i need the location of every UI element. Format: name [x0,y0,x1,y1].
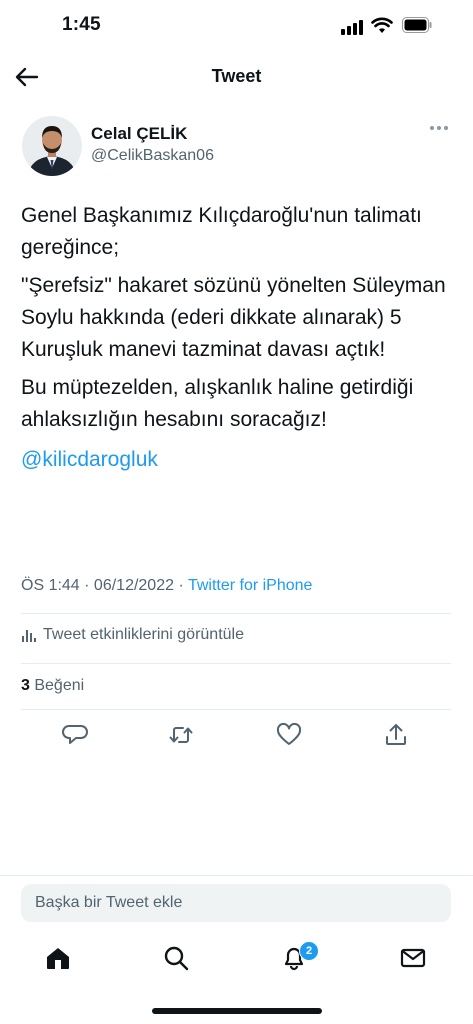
meta-separator: · [79,577,94,594]
avatar[interactable] [22,116,82,176]
tweet-paragraph: "Şerefsiz" hakaret sözünü yönelten Süley… [21,274,446,361]
likes-count[interactable]: 3 Beğeni [21,677,84,695]
retweet-icon[interactable] [168,722,194,748]
share-icon[interactable] [383,722,409,748]
divider [21,613,451,614]
home-indicator [152,1008,322,1014]
page-title: Tweet [211,66,262,86]
notifications-badge: 2 [299,941,319,961]
wifi-icon [371,17,393,33]
view-activity-button[interactable]: Tweet etkinliklerini görüntüle [21,626,244,644]
search-icon[interactable] [162,944,190,972]
author-name[interactable]: Celal ÇELİK [91,124,187,144]
tweet-metadata: ÖS 1:44 · 06/12/2022 · Twitter for iPhon… [21,577,312,595]
tweet-source-link[interactable]: Twitter for iPhone [188,577,313,594]
reply-placeholder: Başka bir Tweet ekle [35,894,183,911]
tweet-date: 06/12/2022 [93,577,174,594]
tweet-paragraph: Bu müptezelden, alışkanlık haline getird… [21,376,414,431]
tweet-time: ÖS 1:44 [21,577,80,594]
author-handle[interactable]: @CelikBaskan06 [91,147,214,165]
reply-icon[interactable] [62,722,88,748]
divider [21,709,451,710]
likes-number: 3 [21,677,30,694]
divider [0,875,473,876]
tweet-paragraph: Genel Başkanımız Kılıçdaroğlu'nun talima… [21,204,422,259]
status-time: 1:45 [62,14,101,35]
battery-icon [402,17,432,33]
heart-icon[interactable] [276,722,302,748]
analytics-icon [22,630,36,642]
more-options-icon[interactable] [430,126,448,130]
likes-label: Beğeni [29,677,85,694]
tweet-text: Genel Başkanımız Kılıçdaroğlu'nun talima… [21,200,451,482]
signal-icon [341,20,363,35]
divider [21,663,451,664]
mention-link[interactable]: @kilicdarogluk [21,448,158,471]
activity-label: Tweet etkinliklerini görüntüle [43,626,244,643]
mail-icon[interactable] [399,944,427,972]
meta-separator: · [174,577,188,594]
home-icon[interactable] [44,944,72,972]
